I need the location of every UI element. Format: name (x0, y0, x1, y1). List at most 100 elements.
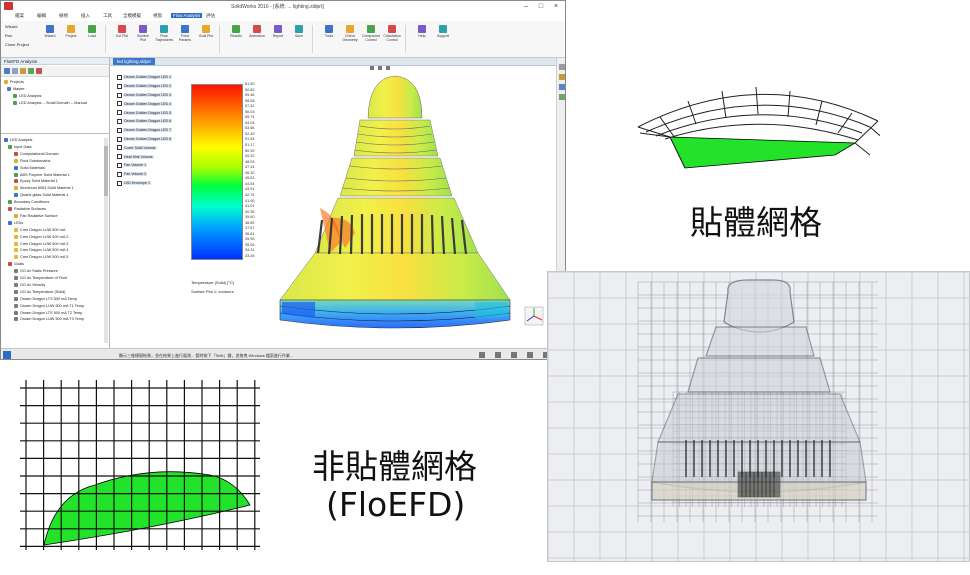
menu-evaluate[interactable]: 評估 (206, 13, 215, 19)
legend-item[interactable]: Fan Volume 1 (117, 163, 148, 168)
maximize-icon[interactable]: □ (536, 2, 546, 11)
ribbon-button[interactable]: Support (434, 25, 452, 38)
legend-checkbox[interactable] (117, 110, 122, 116)
ribbon-button[interactable]: Goal Plot (197, 25, 215, 38)
feature-tree-icon[interactable] (4, 68, 10, 74)
legend-checkbox[interactable] (117, 75, 122, 80)
tree-item[interactable]: Input Data (8, 144, 32, 149)
legend-item[interactable]: Osram Golden Dragon LED 7 (117, 127, 173, 133)
ribbon-button[interactable]: Calculation Control (383, 25, 401, 42)
graphics-viewport[interactable]: led lighting.sldprt Temperature (Solid) … (110, 58, 556, 348)
tree-item[interactable]: Osram Dragon LUW 500 mA T1 Temp (14, 303, 84, 308)
tree-item[interactable]: Cree Dragon LUW 500 mA 2 (14, 234, 68, 239)
property-icon[interactable] (12, 68, 18, 74)
tree-item[interactable]: Cree Dragon LUW 500 mA 4 (14, 248, 68, 253)
tree-item[interactable]: Osram Dragon LTS 500 mA T2 Temp (14, 310, 82, 315)
legend-checkbox[interactable] (117, 180, 122, 186)
wizard-left-button[interactable]: Wizard (5, 24, 17, 29)
legend-item[interactable]: Osram Golden Dragon LED 8 (117, 136, 173, 142)
tree-item[interactable]: Quartz glass Solid Material 1 (14, 193, 69, 198)
tree-item[interactable]: Osram Dragon LTS 500 mA Temp (14, 296, 77, 301)
tree-item[interactable]: ABS Polymer Solid Material 1 (14, 172, 70, 177)
tree-item[interactable]: Cree Dragon LUW 500 mA (14, 227, 65, 232)
display-icon[interactable] (36, 68, 42, 74)
tree-item[interactable]: LED Analysis (13, 93, 41, 98)
ribbon-button[interactable]: Animation (248, 25, 266, 38)
tree-item[interactable]: Master (7, 86, 25, 91)
ribbon-button[interactable]: Component Control (362, 25, 380, 42)
tree-item[interactable]: LED Analysis (4, 138, 32, 142)
task-pane-appearance-icon[interactable] (559, 94, 565, 100)
legend-checkbox[interactable] (117, 119, 122, 124)
close-icon[interactable]: × (551, 2, 561, 11)
legend-item[interactable]: Osram Golden Dragon LED 4 (117, 101, 173, 107)
menu-flow-analysis[interactable]: Flow Analysis (171, 13, 203, 18)
ribbon-button[interactable]: Help (413, 25, 431, 38)
ribbon-button[interactable]: Wizard (41, 25, 59, 38)
windows-start-icon[interactable] (3, 351, 11, 359)
run-left-button[interactable]: Run (5, 33, 12, 38)
tree-item[interactable]: Osram Dragon LUW 500 mA T3 Temp (14, 317, 84, 322)
minimize-icon[interactable]: – (521, 2, 531, 11)
legend-item[interactable]: Osram Golden Dragon LED 5 (117, 110, 173, 116)
task-pane-home-icon[interactable] (559, 64, 565, 70)
tree-item[interactable]: Epoxy Solid Material 1 (14, 179, 58, 184)
tree-item[interactable]: GG Av Temperature (Solid) (14, 289, 65, 294)
tree-scroll-thumb[interactable] (104, 146, 108, 196)
menu-file[interactable]: 檔案 (15, 13, 24, 19)
tree-item[interactable]: Cree Dragon LUW 500 mA 3 (14, 241, 68, 246)
clone-project-button[interactable]: Clone Project (5, 42, 29, 47)
tree-item[interactable]: Aluminum 6063 Solid Material 1 (14, 186, 74, 191)
legend-checkbox[interactable] (117, 83, 122, 89)
tree-item[interactable]: GG Av Velocity (14, 282, 45, 287)
legend-checkbox[interactable] (117, 101, 122, 107)
legend-checkbox[interactable] (117, 136, 122, 142)
legend-item[interactable]: Fan Volume 2 (117, 171, 148, 177)
tree-item[interactable]: Solid Materials (14, 165, 45, 170)
legend-checkbox[interactable] (117, 171, 122, 177)
tray-icon[interactable] (511, 352, 517, 358)
ribbon-button[interactable]: Load (83, 25, 101, 38)
tree-item[interactable]: Fluid Subdomains (14, 158, 50, 163)
ribbon-button[interactable]: Surface Plot (134, 25, 152, 42)
tree-item[interactable]: Radiative Surfaces (8, 207, 46, 211)
tree-item[interactable]: Projects (4, 80, 24, 84)
legend-item[interactable]: LED Envelope 1 (117, 180, 151, 186)
document-tab[interactable]: led lighting.sldprt (113, 58, 155, 65)
ribbon-button[interactable]: Results (227, 25, 245, 38)
tree-item[interactable]: Cree Dragon LUW 500 mA 5 (14, 255, 68, 260)
menu-view[interactable]: 檢視 (59, 13, 68, 19)
analysis-icon[interactable] (28, 68, 34, 74)
ribbon-button[interactable]: Save (290, 25, 308, 38)
tree-item[interactable]: Boundary Conditions (8, 200, 49, 205)
legend-checkbox[interactable] (117, 92, 122, 98)
tray-icon[interactable] (479, 352, 485, 358)
tree-item[interactable]: GG Av Temperature of Fluid (14, 276, 67, 280)
legend-item[interactable]: Osram Golden Dragon LED 1 (117, 75, 173, 80)
legend-checkbox[interactable] (117, 127, 122, 133)
tree-item[interactable]: Fan Radiative Surface (14, 213, 58, 218)
legend-checkbox[interactable] (117, 163, 122, 168)
legend-item[interactable]: Osram Golden Dragon LED 3 (117, 92, 173, 98)
menu-simulation[interactable]: 全模模擬 (123, 13, 141, 19)
legend-item[interactable]: Osram Golden Dragon LED 2 (117, 83, 173, 89)
ribbon-button[interactable]: Point Params (176, 25, 194, 42)
tray-icon[interactable] (527, 352, 533, 358)
led-lamp-model[interactable] (260, 68, 550, 348)
menu-tools[interactable]: 工具 (103, 13, 112, 19)
tree-item[interactable]: Computational Domain (14, 151, 59, 156)
menu-insert[interactable]: 插入 (81, 13, 90, 19)
tree-item[interactable]: LED Analysis -- Small Domain -- Manual (13, 100, 87, 105)
ribbon-button[interactable]: Cut Plot (113, 25, 131, 38)
legend-checkbox[interactable] (117, 145, 122, 151)
ribbon-button[interactable]: Flow Trajectories (155, 25, 173, 42)
task-pane-library-icon[interactable] (559, 74, 565, 80)
tree-item[interactable]: GG Av Static Pressure (14, 269, 58, 274)
task-pane-explorer-icon[interactable] (559, 84, 565, 90)
tray-icon[interactable] (495, 352, 501, 358)
tree-item[interactable]: Goals (8, 262, 24, 267)
orientation-triad-icon[interactable] (522, 304, 546, 328)
ribbon-button[interactable]: Report (269, 25, 287, 38)
legend-item[interactable]: Heat Sink Volume (117, 154, 154, 160)
legend-checkbox[interactable] (117, 154, 122, 160)
